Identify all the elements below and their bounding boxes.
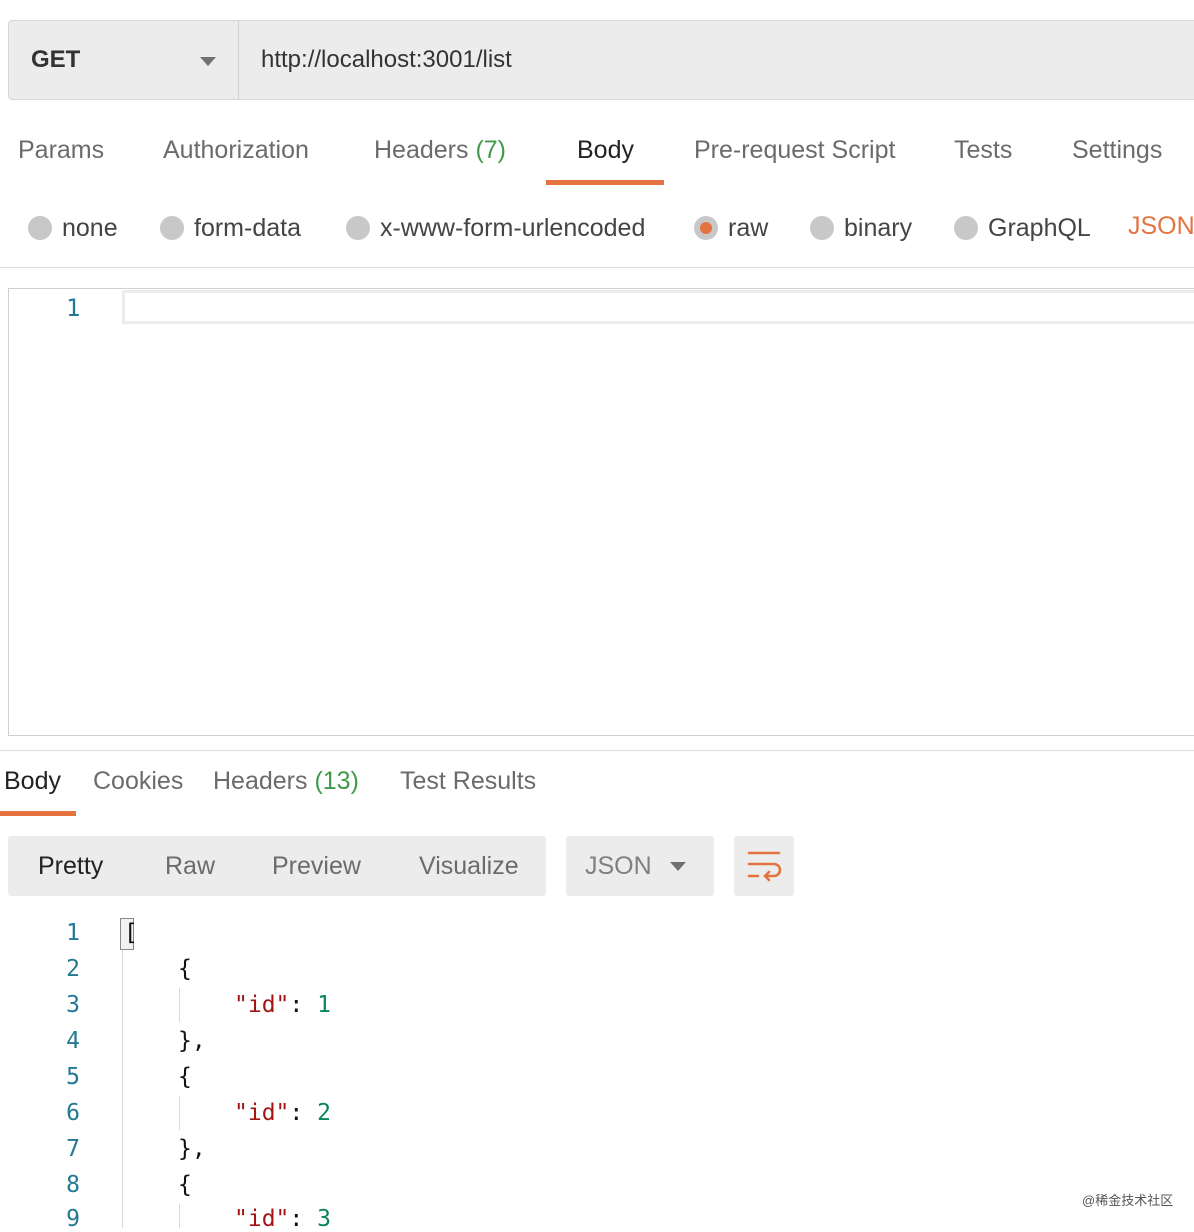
- view-raw[interactable]: Raw: [165, 852, 215, 881]
- response-tab-headers[interactable]: Headers (13): [213, 767, 359, 796]
- indent-guide: [179, 988, 180, 1022]
- json-separator: :: [289, 1100, 318, 1126]
- editor-line-number: 1: [66, 294, 81, 322]
- radio-circle: [160, 216, 184, 240]
- wrap-lines-button[interactable]: [734, 836, 794, 896]
- line-number: 5: [66, 1064, 80, 1090]
- line-number: 4: [66, 1028, 80, 1054]
- radio-circle: [28, 216, 52, 240]
- view-preview[interactable]: Preview: [272, 852, 361, 881]
- radio-circle-selected: [694, 216, 718, 240]
- tab-authorization[interactable]: Authorization: [163, 136, 309, 165]
- watermark: @稀金技术社区: [1082, 1193, 1174, 1208]
- radio-raw[interactable]: raw: [694, 210, 768, 246]
- view-visualize[interactable]: Visualize: [419, 852, 519, 881]
- code-line: [: [124, 920, 138, 946]
- active-tab-underline: [546, 180, 664, 185]
- response-headers-count: (13): [314, 767, 359, 795]
- indent-guide: [179, 1204, 180, 1228]
- code-line: {: [178, 956, 192, 982]
- chevron-down-icon: [200, 57, 216, 66]
- line-number: 8: [66, 1172, 80, 1198]
- tab-pre-request-script[interactable]: Pre-request Script: [694, 136, 895, 165]
- indent-guide: [179, 1096, 180, 1130]
- radio-graphql[interactable]: GraphQL: [954, 210, 1091, 246]
- code-line: "id": 3: [234, 1206, 331, 1232]
- body-format-select[interactable]: JSON: [1128, 212, 1194, 241]
- json-value: 1: [317, 992, 331, 1018]
- radio-form-data[interactable]: form-data: [160, 210, 301, 246]
- wrap-lines-icon: [747, 851, 782, 882]
- active-response-tab-underline: [0, 811, 76, 816]
- tab-body[interactable]: Body: [577, 136, 634, 165]
- code-line: },: [178, 1028, 206, 1054]
- json-value: 2: [317, 1100, 331, 1126]
- tab-tests[interactable]: Tests: [954, 136, 1012, 165]
- json-value: 3: [317, 1206, 331, 1232]
- radio-circle: [346, 216, 370, 240]
- radio-none[interactable]: none: [28, 210, 118, 246]
- method-label: GET: [31, 46, 81, 73]
- line-number: 1: [66, 920, 80, 946]
- response-tab-cookies[interactable]: Cookies: [93, 767, 183, 796]
- line-number: 2: [66, 956, 80, 982]
- radio-circle: [810, 216, 834, 240]
- response-tab-body[interactable]: Body: [4, 767, 61, 796]
- view-pretty[interactable]: Pretty: [38, 852, 103, 881]
- line-number: 7: [66, 1136, 80, 1162]
- request-body-editor[interactable]: [8, 288, 1194, 736]
- code-line: "id": 1: [234, 992, 331, 1018]
- line-number: 6: [66, 1100, 80, 1126]
- json-separator: :: [289, 1206, 318, 1232]
- url-text: http://localhost:3001/list: [261, 46, 512, 73]
- radio-circle: [954, 216, 978, 240]
- tab-params[interactable]: Params: [18, 136, 104, 165]
- line-number: 3: [66, 992, 80, 1018]
- headers-count: (7): [475, 136, 507, 164]
- tab-headers[interactable]: Headers (7): [374, 136, 506, 165]
- method-select[interactable]: GET: [8, 20, 239, 100]
- response-tab-test-results[interactable]: Test Results: [400, 767, 536, 796]
- code-line: {: [178, 1064, 192, 1090]
- response-format-label: JSON: [585, 852, 652, 880]
- json-key: "id": [234, 1206, 290, 1232]
- line-number: 9: [66, 1206, 80, 1232]
- divider: [0, 750, 1194, 751]
- json-key: "id": [234, 992, 290, 1018]
- json-key: "id": [234, 1100, 290, 1126]
- editor-active-line: [122, 290, 1194, 324]
- radio-x-www-form-urlencoded[interactable]: x-www-form-urlencoded: [346, 210, 645, 246]
- json-separator: :: [289, 992, 318, 1018]
- divider: [0, 267, 1194, 268]
- radio-binary[interactable]: binary: [810, 210, 912, 246]
- code-line: },: [178, 1136, 206, 1162]
- code-line: "id": 2: [234, 1100, 331, 1126]
- code-line: {: [178, 1172, 192, 1198]
- indent-guide: [122, 950, 123, 1228]
- chevron-down-icon: [670, 862, 686, 871]
- tab-settings[interactable]: Settings: [1072, 136, 1162, 165]
- url-input[interactable]: http://localhost:3001/list: [238, 20, 1194, 100]
